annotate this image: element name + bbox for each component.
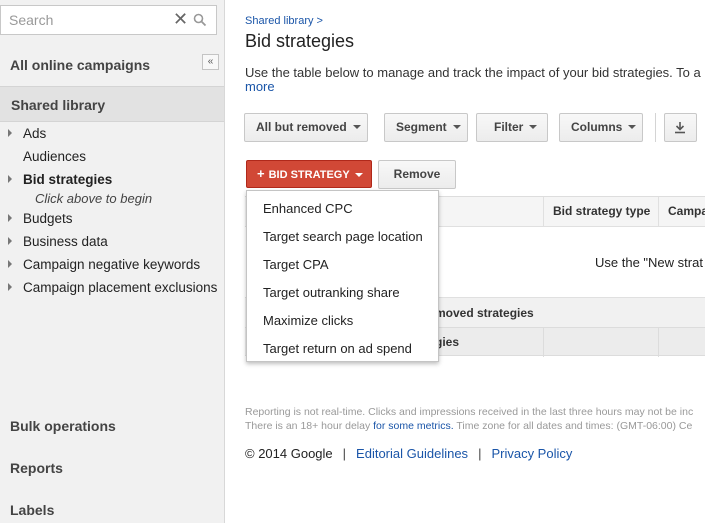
sidebar: ✕ All online campaigns « Shared library … (0, 0, 225, 523)
remove-button[interactable]: Remove (378, 160, 456, 189)
chevron-down-icon (529, 125, 538, 129)
tree-item-label: Campaign negative keywords (23, 257, 201, 272)
tree-item-business-data[interactable]: Business data (0, 232, 224, 254)
page-description: Use the table below to manage and track … (245, 65, 701, 80)
menu-item-enhanced-cpc[interactable]: Enhanced CPC (263, 201, 353, 216)
tree-item-label: Budgets (23, 211, 73, 226)
footer-separator: | (342, 446, 347, 461)
reporting-note: Reporting is not real-time. Clicks and i… (245, 405, 693, 433)
menu-item-target-cpa[interactable]: Target CPA (263, 257, 329, 272)
expand-arrow-icon[interactable] (8, 283, 12, 291)
breadcrumb[interactable]: Shared library > (245, 15, 323, 27)
search-input[interactable] (1, 6, 161, 34)
tree-item-label: Campaign placement exclusions (23, 280, 218, 295)
download-icon (675, 122, 685, 134)
chevron-down-icon (452, 125, 461, 129)
bid-strategy-dropdown-menu: Enhanced CPC Target search page location… (246, 190, 439, 362)
cell-divider (658, 328, 659, 357)
columns-button[interactable]: Columns (559, 113, 643, 142)
reporting-note-line-2: There is an 18+ hour delay for some metr… (245, 419, 693, 433)
expand-arrow-icon[interactable] (8, 214, 12, 222)
expand-arrow-icon[interactable] (8, 129, 12, 137)
cell-divider (543, 328, 544, 357)
reports-link[interactable]: Reports (10, 460, 63, 476)
labels-link[interactable]: Labels (10, 502, 54, 518)
expand-arrow-icon[interactable] (8, 260, 12, 268)
all-but-removed-button[interactable]: All but removed (244, 113, 368, 142)
menu-item-target-return-on-ad-spend[interactable]: Target return on ad spend (263, 341, 412, 356)
segment-button[interactable]: Segment (384, 113, 468, 142)
click-above-hint: Click above to begin (35, 191, 153, 206)
menu-item-maximize-clicks[interactable]: Maximize clicks (263, 313, 353, 328)
footer: © 2014 Google | Editorial Guidelines | Priva… (245, 446, 572, 461)
menu-item-target-outranking-share[interactable]: Target outranking share (263, 285, 400, 300)
shared-library-header[interactable]: Shared library (0, 86, 224, 122)
expand-arrow-icon[interactable] (8, 175, 12, 183)
reporting-note-text: Time zone for all dates and times: (GMT-… (453, 420, 693, 432)
chevron-down-icon (354, 173, 363, 177)
menu-item-target-search-page-location[interactable]: Target search page location (263, 229, 423, 244)
tree-item-campaign-placement-exclusions[interactable]: Campaign placement exclusions (0, 278, 224, 300)
shared-library-label: Shared library (11, 97, 106, 113)
download-button[interactable] (664, 113, 697, 142)
expand-arrow-icon[interactable] (8, 237, 12, 245)
column-header-bid-strategy-type[interactable]: Bid strategy type (543, 197, 658, 227)
plus-icon: + (257, 166, 265, 181)
search-box: ✕ (0, 5, 217, 35)
columns-label: Columns (571, 120, 623, 134)
tree-item-label: Ads (23, 126, 47, 141)
chevron-down-icon (352, 125, 361, 129)
bid-strategy-label: BID STRATEGY (268, 169, 350, 181)
tree-item-label: Bid strategies (23, 172, 113, 187)
tree-item-bid-strategies[interactable]: Bid strategies (0, 170, 224, 192)
segment-label: Segment (396, 120, 447, 134)
removed-strategies-label: moved strategies (435, 306, 534, 320)
tree-item-audiences[interactable]: Audiences (0, 147, 224, 169)
some-metrics-link[interactable]: for some metrics. (373, 420, 454, 432)
reporting-note-text: There is an 18+ hour delay (245, 420, 374, 432)
editorial-guidelines-link[interactable]: Editorial Guidelines (356, 446, 468, 461)
more-link[interactable]: more (245, 79, 275, 94)
bulk-operations-link[interactable]: Bulk operations (10, 418, 116, 434)
filter-label: Filter (494, 120, 524, 134)
empty-table-message: Use the "New strat (595, 255, 703, 270)
chevron-down-icon (628, 125, 637, 129)
toolbar-divider (655, 113, 656, 142)
copyright-text: © 2014 Google (245, 446, 333, 461)
bid-strategy-button[interactable]: + BID STRATEGY (246, 160, 372, 188)
reporting-note-line-1: Reporting is not real-time. Clicks and i… (245, 406, 694, 418)
column-header-campaigns[interactable]: Campa (658, 197, 705, 227)
collapse-sidebar-icon[interactable]: « (202, 54, 219, 70)
main-content: Shared library > Bid strategies Use the … (226, 0, 705, 523)
all-but-removed-label: All but removed (256, 120, 347, 134)
tree-item-label: Business data (23, 234, 108, 249)
tree-item-campaign-negative-keywords[interactable]: Campaign negative keywords (0, 255, 224, 277)
privacy-policy-link[interactable]: Privacy Policy (491, 446, 572, 461)
page-title: Bid strategies (245, 31, 355, 51)
footer-separator: | (478, 446, 482, 461)
filter-button[interactable]: Filter (476, 113, 548, 142)
all-campaigns-link[interactable]: All online campaigns (10, 57, 150, 73)
tree-item-label: Audiences (23, 149, 87, 164)
search-icon[interactable] (193, 13, 207, 27)
tree-item-ads[interactable]: Ads (0, 124, 224, 146)
clear-icon[interactable]: ✕ (173, 9, 188, 29)
tree-item-budgets[interactable]: Budgets (0, 209, 224, 231)
